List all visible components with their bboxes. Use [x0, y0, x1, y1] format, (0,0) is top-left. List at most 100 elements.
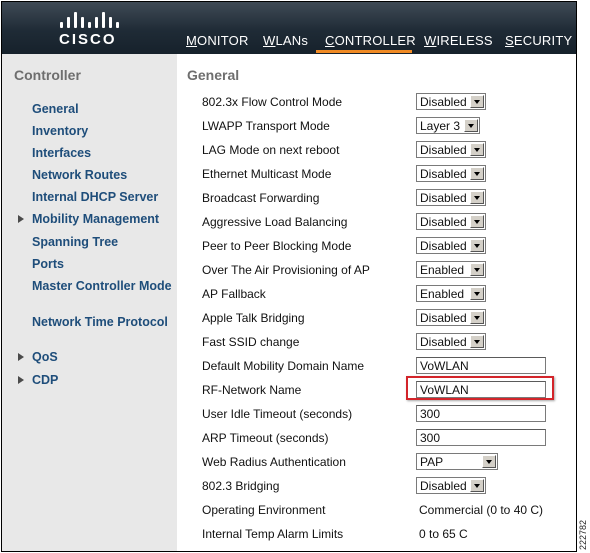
fast-ssid-change-select[interactable]: Disabled [416, 333, 486, 350]
rf-network-name-highlight [406, 376, 554, 400]
chevron-down-icon[interactable] [470, 143, 484, 156]
sidebar-item-inventory[interactable]: Inventory [32, 125, 174, 138]
figure-number-text: 222782 [578, 519, 589, 551]
sidebar-item-network-routes[interactable]: Network Routes [32, 169, 174, 182]
ota-provisioning-select[interactable]: Enabled [416, 261, 486, 278]
sidebar: Controller General Inventory Interfaces … [2, 54, 177, 551]
rf-network-name-label: RF-Network Name [202, 383, 302, 397]
ethernet-multicast-select[interactable]: Disabled [416, 165, 486, 182]
ethernet-multicast-label: Ethernet Multicast Mode [202, 167, 332, 181]
operating-environment-label: Operating Environment [202, 503, 326, 517]
flow-control-value: Disabled [420, 95, 467, 109]
apple-talk-bridging-label: Apple Talk Bridging [202, 311, 305, 325]
controller-window: CISCO MONITOR WLANs CONTROLLER WIRELESS … [1, 1, 577, 552]
arp-timeout-input[interactable]: 300 [416, 429, 546, 446]
nav-wlans-label: LANs [275, 33, 309, 48]
web-radius-auth-select[interactable]: PAP [416, 453, 498, 470]
chevron-down-icon[interactable] [470, 479, 484, 492]
nav-wlans[interactable]: WLANs [263, 33, 308, 48]
top-header: CISCO MONITOR WLANs CONTROLLER WIRELESS … [2, 2, 576, 54]
lag-mode-label: LAG Mode on next reboot [202, 143, 340, 157]
sidebar-item-master-controller-mode[interactable]: Master Controller Mode [32, 280, 174, 293]
nav-monitor[interactable]: MONITOR [186, 33, 249, 48]
mobility-domain-name-value: VoWLAN [420, 359, 469, 373]
expand-arrow-icon[interactable] [18, 215, 24, 223]
nav-controller-accesskey: C [325, 33, 335, 48]
apple-talk-bridging-select[interactable]: Disabled [416, 309, 486, 326]
lwapp-transport-label: LWAPP Transport Mode [202, 119, 330, 133]
sidebar-item-cdp[interactable]: CDP [32, 374, 174, 387]
sidebar-item-network-time-protocol[interactable]: Network Time Protocol [32, 316, 174, 329]
page-title: General [187, 67, 240, 83]
ota-provisioning-label: Over The Air Provisioning of AP [202, 263, 370, 277]
chevron-down-icon[interactable] [470, 215, 484, 228]
chevron-down-icon[interactable] [470, 95, 484, 108]
web-radius-auth-label: Web Radius Authentication [202, 455, 346, 469]
aggressive-load-balancing-select[interactable]: Disabled [416, 213, 486, 230]
flow-control-select[interactable]: Disabled [416, 93, 486, 110]
nav-wlans-accesskey: W [263, 33, 276, 48]
expand-arrow-icon[interactable] [18, 353, 24, 361]
broadcast-forwarding-label: Broadcast Forwarding [202, 191, 320, 205]
temp-alarm-limits-label: Internal Temp Alarm Limits [202, 527, 344, 541]
cisco-logo: CISCO [54, 8, 124, 50]
bridging-802-3-select[interactable]: Disabled [416, 477, 486, 494]
nav-wireless-accesskey: W [424, 33, 437, 48]
nav-controller[interactable]: CONTROLLER [325, 33, 416, 48]
nav-monitor-label: ONITOR [197, 33, 249, 48]
sidebar-item-mobility-management[interactable]: Mobility Management [32, 213, 174, 226]
user-idle-timeout-input[interactable]: 300 [416, 405, 546, 422]
sidebar-item-spanning-tree[interactable]: Spanning Tree [32, 236, 174, 249]
broadcast-forwarding-select[interactable]: Disabled [416, 189, 486, 206]
sidebar-item-ports[interactable]: Ports [32, 258, 174, 271]
lwapp-transport-value: Layer 3 [420, 119, 461, 133]
apple-talk-bridging-value: Disabled [420, 311, 467, 325]
nav-security-label: ECURITY [513, 33, 573, 48]
nav-controller-label: ONTROLLER [334, 33, 416, 48]
chevron-down-icon[interactable] [464, 119, 478, 132]
chevron-down-icon[interactable] [470, 239, 484, 252]
chevron-down-icon[interactable] [470, 167, 484, 180]
lag-mode-value: Disabled [420, 143, 467, 157]
active-nav-indicator [316, 50, 412, 53]
operating-environment-value: Commercial (0 to 40 C) [419, 503, 544, 517]
mobility-domain-name-input[interactable]: VoWLAN [416, 357, 546, 374]
nav-wireless-label: IRELESS [436, 33, 493, 48]
peer-to-peer-blocking-label: Peer to Peer Blocking Mode [202, 239, 352, 253]
sidebar-item-general[interactable]: General [32, 103, 174, 116]
expand-arrow-icon[interactable] [18, 376, 24, 384]
fast-ssid-change-value: Disabled [420, 335, 467, 349]
sidebar-item-interfaces[interactable]: Interfaces [32, 147, 174, 160]
nav-monitor-accesskey: M [186, 33, 198, 48]
arp-timeout-value: 300 [420, 431, 441, 445]
peer-to-peer-blocking-select[interactable]: Disabled [416, 237, 486, 254]
cisco-bridge-icon [60, 8, 120, 28]
ap-fallback-label: AP Fallback [202, 287, 266, 301]
chevron-down-icon[interactable] [470, 263, 484, 276]
fast-ssid-change-label: Fast SSID change [202, 335, 300, 349]
chevron-down-icon[interactable] [470, 287, 484, 300]
chevron-down-icon[interactable] [470, 335, 484, 348]
arp-timeout-label: ARP Timeout (seconds) [202, 431, 329, 445]
chevron-down-icon[interactable] [470, 191, 484, 204]
user-idle-timeout-label: User Idle Timeout (seconds) [202, 407, 353, 421]
web-radius-auth-value: PAP [420, 455, 444, 469]
ap-fallback-select[interactable]: Enabled [416, 285, 486, 302]
brand-name: CISCO [59, 31, 117, 48]
aggressive-load-balancing-value: Disabled [420, 215, 467, 229]
bridging-802-3-label: 802.3 Bridging [202, 479, 280, 493]
chevron-down-icon[interactable] [470, 311, 484, 324]
lwapp-transport-select[interactable]: Layer 3 [416, 117, 480, 134]
sidebar-item-qos[interactable]: QoS [32, 351, 174, 364]
lag-mode-select[interactable]: Disabled [416, 141, 486, 158]
user-idle-timeout-value: 300 [420, 407, 441, 421]
nav-security-accesskey: S [505, 33, 514, 48]
ap-fallback-value: Enabled [420, 287, 465, 301]
nav-wireless[interactable]: WIRELESS [424, 33, 493, 48]
flow-control-label: 802.3x Flow Control Mode [202, 95, 343, 109]
main-content: General 802.3x Flow Control Mode Disable… [177, 54, 576, 551]
bridging-802-3-value: Disabled [420, 479, 467, 493]
chevron-down-icon[interactable] [482, 455, 496, 468]
sidebar-item-internal-dhcp-server[interactable]: Internal DHCP Server [32, 191, 174, 204]
nav-security[interactable]: SECURITY [505, 33, 572, 48]
